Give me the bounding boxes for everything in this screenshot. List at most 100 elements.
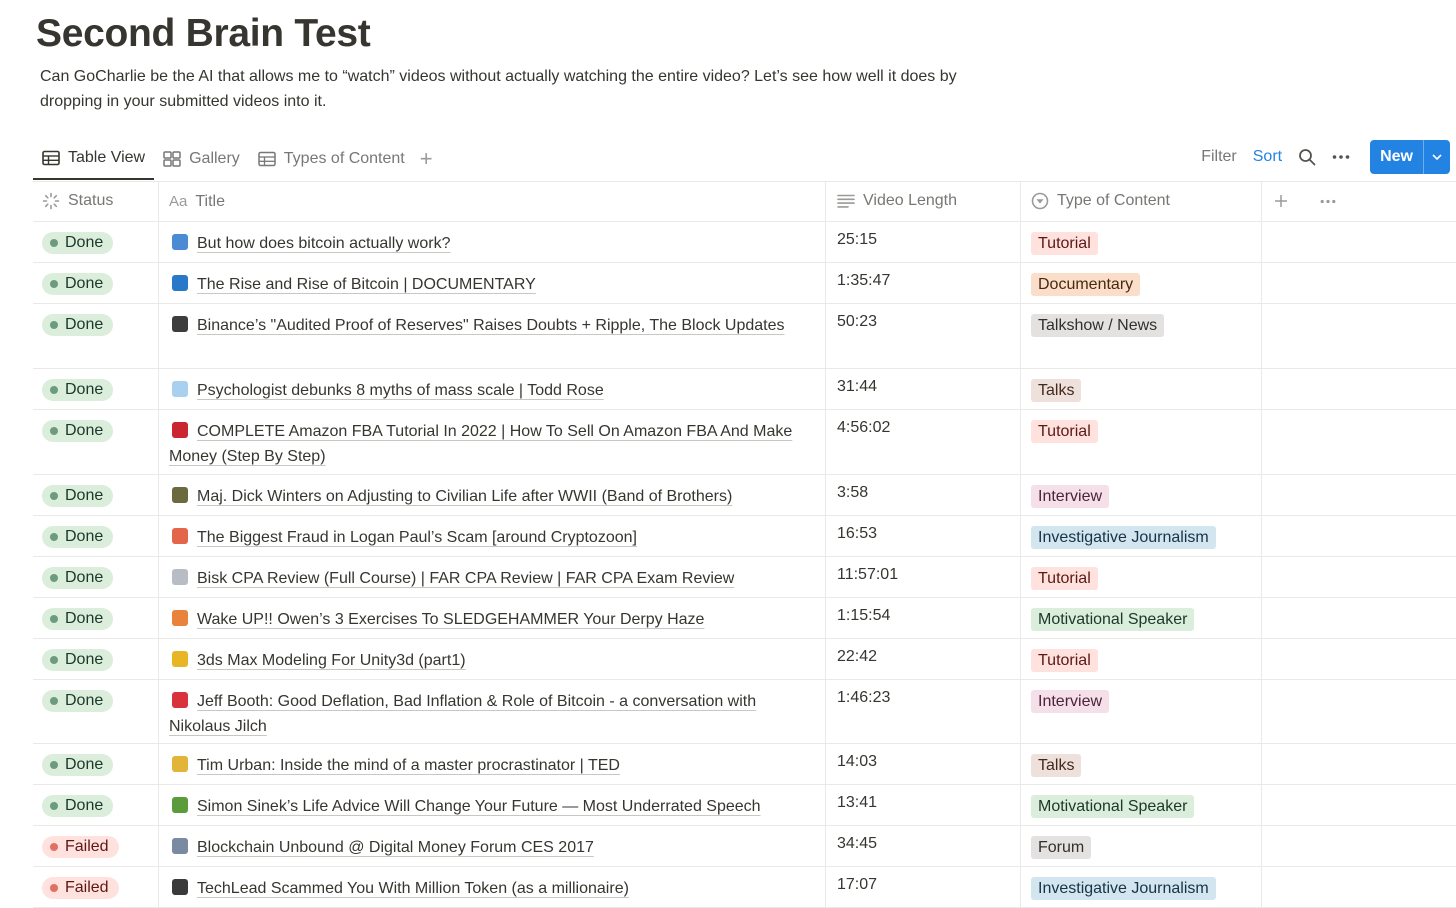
add-view-button[interactable]: +	[414, 148, 439, 170]
table-row[interactable]: Done Simon Sinek’s Life Advice Will Chang…	[33, 785, 1456, 826]
type-of-content-cell[interactable]: Motivational Speaker	[1021, 598, 1262, 638]
row-title[interactable]: TechLead Scammed You With Million Token …	[197, 880, 629, 897]
table-row[interactable]: Failed Blockchain Unbound @ Digital Money…	[33, 826, 1456, 867]
video-length-cell[interactable]: 50:23	[826, 304, 1021, 368]
table-row[interactable]: Done Bisk CPA Review (Full Course) | FAR …	[33, 557, 1456, 598]
status-cell[interactable]: Done	[33, 785, 159, 825]
row-title[interactable]: The Rise and Rise of Bitcoin | DOCUMENTA…	[197, 276, 536, 293]
title-cell[interactable]: 3ds Max Modeling For Unity3d (part1)	[159, 639, 826, 679]
video-length-cell[interactable]: 31:44	[826, 369, 1021, 409]
type-of-content-cell[interactable]: Tutorial	[1021, 222, 1262, 262]
table-row[interactable]: Done Jeff Booth: Good Deflation, Bad Infl…	[33, 680, 1456, 744]
sort-button[interactable]: Sort	[1253, 148, 1282, 166]
table-row[interactable]: Done Wake UP!! Owen’s 3 Exercises To SLED…	[33, 598, 1456, 639]
table-row[interactable]: Done Maj. Dick Winters on Adjusting to Ci…	[33, 475, 1456, 516]
title-cell[interactable]: Jeff Booth: Good Deflation, Bad Inflatio…	[159, 680, 826, 743]
type-of-content-cell[interactable]: Talkshow / News	[1021, 304, 1262, 368]
new-dropdown-button[interactable]	[1423, 140, 1450, 174]
table-row[interactable]: Done Tim Urban: Inside the mind of a mast…	[33, 744, 1456, 785]
status-cell[interactable]: Done	[33, 639, 159, 679]
video-length-cell[interactable]: 17:07	[826, 867, 1021, 907]
tab-table-view[interactable]: Table View	[33, 138, 155, 180]
title-cell[interactable]: Tim Urban: Inside the mind of a master p…	[159, 744, 826, 784]
status-cell[interactable]: Done	[33, 680, 159, 743]
title-cell[interactable]: Maj. Dick Winters on Adjusting to Civili…	[159, 475, 826, 515]
video-length-cell[interactable]: 25:15	[826, 222, 1021, 262]
video-length-cell[interactable]: 13:41	[826, 785, 1021, 825]
row-title[interactable]: Maj. Dick Winters on Adjusting to Civili…	[197, 488, 732, 505]
status-cell[interactable]: Done	[33, 557, 159, 597]
type-of-content-cell[interactable]: Interview	[1021, 475, 1262, 515]
title-cell[interactable]: Wake UP!! Owen’s 3 Exercises To SLEDGEHA…	[159, 598, 826, 638]
video-length-cell[interactable]: 4:56:02	[826, 410, 1021, 474]
table-row[interactable]: Done The Rise and Rise of Bitcoin | DOCUM…	[33, 263, 1456, 304]
title-cell[interactable]: Binance’s "Audited Proof of Reserves" Ra…	[159, 304, 826, 368]
search-button[interactable]	[1298, 148, 1316, 166]
table-row[interactable]: Done But how does bitcoin actually work? 2…	[33, 222, 1456, 263]
title-cell[interactable]: Bisk CPA Review (Full Course) | FAR CPA …	[159, 557, 826, 597]
row-title[interactable]: The Biggest Fraud in Logan Paul’s Scam […	[197, 529, 637, 546]
row-title[interactable]: Simon Sinek’s Life Advice Will Change Yo…	[197, 798, 761, 815]
filter-button[interactable]: Filter	[1201, 148, 1237, 166]
title-cell[interactable]: COMPLETE Amazon FBA Tutorial In 2022 | H…	[159, 410, 826, 474]
tab-gallery[interactable]: Gallery	[154, 138, 249, 180]
type-of-content-cell[interactable]: Interview	[1021, 680, 1262, 743]
status-cell[interactable]: Done	[33, 222, 159, 262]
column-header-type-of-content[interactable]: Type of Content	[1021, 181, 1262, 221]
tab-types-of-content[interactable]: Types of Content	[249, 138, 414, 180]
video-length-cell[interactable]: 1:46:23	[826, 680, 1021, 743]
status-cell[interactable]: Done	[33, 516, 159, 556]
table-row[interactable]: Done Psychologist debunks 8 myths of mass…	[33, 369, 1456, 410]
type-of-content-cell[interactable]: Talks	[1021, 369, 1262, 409]
row-title[interactable]: Wake UP!! Owen’s 3 Exercises To SLEDGEHA…	[197, 611, 704, 628]
video-length-cell[interactable]: 1:35:47	[826, 263, 1021, 303]
video-length-cell[interactable]: 11:57:01	[826, 557, 1021, 597]
new-button[interactable]: New	[1370, 140, 1423, 174]
page-description[interactable]: Can GoCharlie be the AI that allows me t…	[40, 64, 960, 114]
status-cell[interactable]: Done	[33, 369, 159, 409]
video-length-cell[interactable]: 3:58	[826, 475, 1021, 515]
video-length-cell[interactable]: 14:03	[826, 744, 1021, 784]
type-of-content-cell[interactable]: Documentary	[1021, 263, 1262, 303]
row-title[interactable]: Binance’s "Audited Proof of Reserves" Ra…	[197, 317, 785, 334]
type-of-content-cell[interactable]: Investigative Journalism	[1021, 516, 1262, 556]
table-row[interactable]: Done COMPLETE Amazon FBA Tutorial In 2022…	[33, 410, 1456, 475]
title-cell[interactable]: The Biggest Fraud in Logan Paul’s Scam […	[159, 516, 826, 556]
status-cell[interactable]: Failed	[33, 826, 159, 866]
row-title[interactable]: But how does bitcoin actually work?	[197, 235, 450, 252]
status-cell[interactable]: Done	[33, 410, 159, 474]
column-header-title[interactable]: Aa Title	[159, 181, 826, 221]
title-cell[interactable]: Blockchain Unbound @ Digital Money Forum…	[159, 826, 826, 866]
row-title[interactable]: 3ds Max Modeling For Unity3d (part1)	[197, 652, 466, 669]
type-of-content-cell[interactable]: Tutorial	[1021, 410, 1262, 474]
title-cell[interactable]: But how does bitcoin actually work?	[159, 222, 826, 262]
video-length-cell[interactable]: 34:45	[826, 826, 1021, 866]
type-of-content-cell[interactable]: Motivational Speaker	[1021, 785, 1262, 825]
type-of-content-cell[interactable]: Forum	[1021, 826, 1262, 866]
status-cell[interactable]: Done	[33, 304, 159, 368]
title-cell[interactable]: Psychologist debunks 8 myths of mass sca…	[159, 369, 826, 409]
row-title[interactable]: Blockchain Unbound @ Digital Money Forum…	[197, 839, 594, 856]
video-length-cell[interactable]: 16:53	[826, 516, 1021, 556]
table-row[interactable]: Done 3ds Max Modeling For Unity3d (part1)…	[33, 639, 1456, 680]
type-of-content-cell[interactable]: Tutorial	[1021, 557, 1262, 597]
video-length-cell[interactable]: 22:42	[826, 639, 1021, 679]
table-row[interactable]: Done Binance’s "Audited Proof of Reserves…	[33, 304, 1456, 369]
row-title[interactable]: Psychologist debunks 8 myths of mass sca…	[197, 382, 604, 399]
more-options-button[interactable]	[1332, 154, 1350, 160]
status-cell[interactable]: Done	[33, 475, 159, 515]
type-of-content-cell[interactable]: Investigative Journalism	[1021, 867, 1262, 907]
title-cell[interactable]: TechLead Scammed You With Million Token …	[159, 867, 826, 907]
ellipsis-icon[interactable]	[1320, 199, 1336, 204]
video-length-cell[interactable]: 1:15:54	[826, 598, 1021, 638]
add-property-icon[interactable]	[1274, 194, 1288, 208]
table-row[interactable]: Failed TechLead Scammed You With Million …	[33, 867, 1456, 908]
status-cell[interactable]: Done	[33, 598, 159, 638]
column-header-status[interactable]: Status	[33, 181, 159, 221]
column-header-video-length[interactable]: Video Length	[826, 181, 1021, 221]
title-cell[interactable]: The Rise and Rise of Bitcoin | DOCUMENTA…	[159, 263, 826, 303]
type-of-content-cell[interactable]: Tutorial	[1021, 639, 1262, 679]
row-title[interactable]: Jeff Booth: Good Deflation, Bad Inflatio…	[169, 693, 756, 735]
status-cell[interactable]: Failed	[33, 867, 159, 907]
row-title[interactable]: Bisk CPA Review (Full Course) | FAR CPA …	[197, 570, 734, 587]
